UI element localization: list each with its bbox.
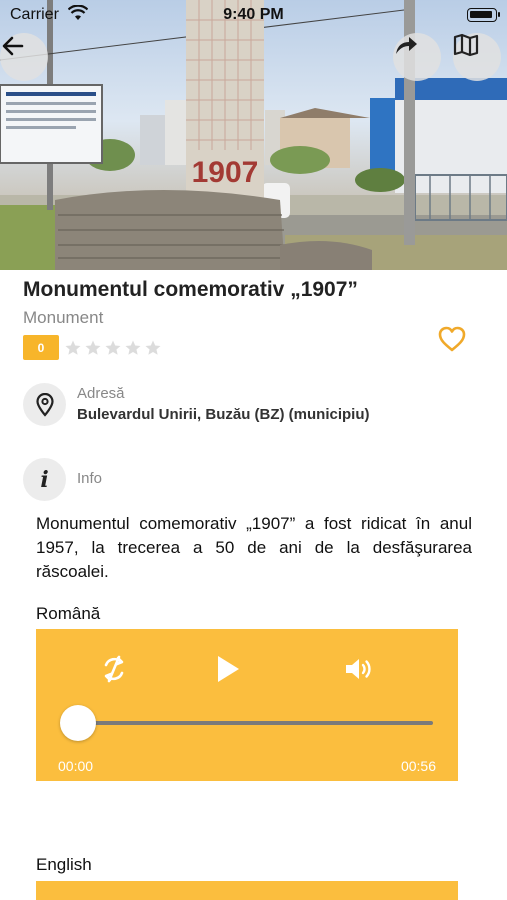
duration-time: 00:56	[400, 758, 436, 774]
place-category: Monument	[23, 308, 104, 327]
star-icon[interactable]	[143, 337, 163, 359]
volume-icon	[346, 659, 371, 679]
play-button[interactable]	[207, 649, 247, 689]
star-icon[interactable]	[103, 337, 123, 359]
volume-button[interactable]	[339, 649, 379, 689]
audio-player-english	[36, 881, 458, 900]
info-label: Info	[77, 470, 103, 487]
address-value[interactable]: Bulevardul Unirii, Buzău (BZ) (municipiu…	[77, 406, 370, 423]
status-bar: Carrier 9:40 PM	[0, 0, 507, 30]
heart-outline-icon	[438, 326, 466, 352]
map-button[interactable]	[453, 33, 501, 81]
info-icon: i	[23, 458, 66, 501]
repeat-off-button[interactable]	[94, 649, 134, 689]
rating-badge: 0	[23, 335, 59, 360]
location-pin-icon	[35, 392, 54, 417]
play-icon	[218, 656, 239, 682]
star-icon[interactable]	[63, 337, 83, 359]
audio-language-label: Română	[36, 604, 101, 623]
address-icon-circle	[23, 383, 66, 426]
arrow-left-icon	[2, 36, 24, 56]
battery-icon	[467, 8, 500, 22]
audio-language-label-english: English	[36, 855, 92, 874]
address-label: Adresă	[77, 385, 125, 402]
clock: 9:40 PM	[223, 6, 284, 23]
info-glyph: i	[40, 466, 49, 493]
rating-stars[interactable]	[63, 337, 163, 359]
star-icon[interactable]	[83, 337, 103, 359]
hero-photo: 1907 Carrier 9:40 PM	[0, 0, 507, 270]
progress-track[interactable]	[78, 721, 433, 725]
star-icon[interactable]	[123, 337, 143, 359]
share-arrow-icon	[396, 37, 417, 54]
monument-plaque-number: 1907	[192, 156, 259, 189]
share-button[interactable]	[393, 33, 441, 81]
current-time: 00:00	[58, 758, 94, 774]
map-icon	[453, 33, 479, 57]
place-title: Monumentul comemorativ „1907”	[23, 278, 358, 301]
rating: 0	[23, 335, 163, 360]
progress-slider-thumb[interactable]	[60, 705, 96, 741]
audio-player-romana: 00:00 00:56	[36, 629, 458, 781]
description-text: Monumentul comemorativ „1907” a fost rid…	[36, 514, 472, 581]
back-button[interactable]	[0, 33, 48, 81]
repeat-off-icon	[104, 655, 124, 683]
favorite-button[interactable]	[436, 323, 468, 355]
